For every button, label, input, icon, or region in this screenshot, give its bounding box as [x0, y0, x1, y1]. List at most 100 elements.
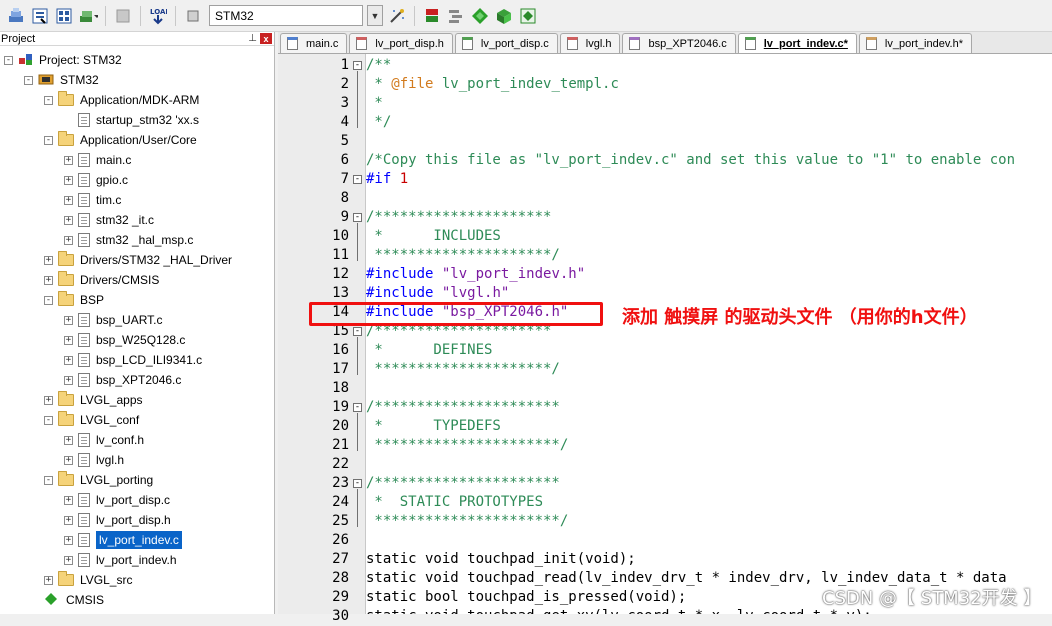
tree-file[interactable]: + bsp_XPT2046.c — [64, 370, 181, 390]
collapse-icon[interactable]: - — [44, 415, 53, 425]
batch-build-icon[interactable] — [78, 6, 98, 26]
tree-node[interactable]: CMSIS — [44, 590, 104, 610]
expand-icon[interactable]: + — [44, 275, 53, 285]
code-line: /********************** — [366, 474, 560, 493]
code-line: static void touchpad_init(void); — [366, 550, 636, 569]
expand-icon[interactable]: + — [64, 155, 73, 165]
tree-file[interactable]: + bsp_UART.c — [64, 310, 162, 330]
tab-lv-port-indev-h-[interactable]: lv_port_indev.h* — [858, 33, 972, 53]
fold-toggle-icon[interactable]: - — [353, 327, 362, 336]
line-number: 7 — [340, 171, 349, 187]
tree-file[interactable]: + lvgl.h — [64, 450, 124, 470]
expand-icon[interactable]: + — [64, 435, 73, 445]
stop-build-icon[interactable] — [113, 6, 133, 26]
tab-lv-port-disp-c[interactable]: lv_port_disp.c — [454, 33, 558, 53]
tree-file[interactable]: + lv_port_indev.c — [64, 530, 182, 550]
tree-group[interactable]: - BSP — [44, 290, 104, 310]
collapse-icon[interactable]: - — [24, 75, 33, 85]
fold-toggle-icon[interactable]: - — [353, 61, 362, 70]
code-line: /********************* — [366, 208, 551, 227]
tab-lv-port-disp-h[interactable]: lv_port_disp.h — [349, 33, 453, 53]
expand-icon[interactable]: + — [64, 215, 73, 225]
tab-bsp-xpt2046-c[interactable]: bsp_XPT2046.c — [622, 33, 736, 53]
tree-file[interactable]: + lv_port_disp.h — [64, 510, 171, 530]
tree-file[interactable]: + bsp_W25Q128.c — [64, 330, 185, 350]
tab-main-c[interactable]: main.c — [280, 33, 348, 53]
tab-lvgl-h[interactable]: lvgl.h — [559, 33, 621, 53]
expand-icon[interactable]: + — [44, 255, 53, 265]
select-packs-icon[interactable] — [470, 6, 490, 26]
tree-group[interactable]: - LVGL_porting — [44, 470, 153, 490]
pin-icon[interactable]: ⊥ — [248, 33, 257, 44]
tree-node[interactable]: - Project: STM32 — [4, 50, 122, 70]
build-icon[interactable] — [30, 6, 50, 26]
manage-project-icon[interactable] — [422, 6, 442, 26]
tab-lv-port-indev-c-[interactable]: lv_port_indev.c* — [737, 33, 857, 53]
code-line: * INCLUDES — [366, 227, 500, 246]
expand-icon[interactable]: + — [64, 515, 73, 525]
tree-group[interactable]: - Application/User/Core — [44, 130, 197, 150]
tree-group[interactable]: - Application/MDK-ARM — [44, 90, 199, 110]
fold-toggle-icon[interactable]: - — [353, 175, 362, 184]
code-token: **********************/ — [366, 437, 569, 453]
tree-file[interactable]: + main.c — [64, 150, 131, 170]
tree-file[interactable]: + gpio.c — [64, 170, 128, 190]
target-dropdown-button[interactable]: ▼ — [367, 5, 383, 26]
fold-bracket-line — [357, 223, 358, 261]
fold-toggle-icon[interactable]: - — [353, 479, 362, 488]
download-icon[interactable]: LOAD — [148, 6, 168, 26]
tree-file[interactable]: + lv_port_disp.c — [64, 490, 170, 510]
tree-file[interactable]: + lv_port_indev.h — [64, 550, 177, 570]
options-wand-icon[interactable] — [387, 6, 407, 26]
tree-file[interactable]: + stm32 _it.c — [64, 210, 154, 230]
tree-group[interactable]: + Drivers/CMSIS — [44, 270, 159, 290]
expand-icon[interactable]: + — [64, 175, 73, 185]
tree-file[interactable]: + stm32 _hal_msp.c — [64, 230, 193, 250]
expand-icon[interactable]: + — [64, 355, 73, 365]
code-line: * TYPEDEFS — [366, 417, 500, 436]
collapse-icon[interactable]: - — [4, 55, 13, 65]
tree-label: bsp_XPT2046.c — [96, 373, 182, 387]
expand-icon[interactable]: + — [64, 535, 73, 545]
expand-icon[interactable]: + — [64, 455, 73, 465]
expand-icon[interactable]: + — [44, 395, 53, 405]
line-number: 29 — [332, 589, 349, 605]
close-icon[interactable]: x — [260, 33, 272, 44]
target-app-icon — [183, 6, 203, 26]
file-extensions-icon[interactable] — [446, 6, 466, 26]
collapse-icon[interactable]: - — [44, 135, 53, 145]
tree-label: Application/User/Core — [80, 133, 197, 147]
tree-group[interactable]: - LVGL_conf — [44, 410, 139, 430]
tree-label: startup_stm32 'xx.s — [96, 113, 199, 127]
code-area[interactable]: 1-2 3 4 5 6 7-8 9-10 11 12 13 14 15-16 17 18 19-20 21 22… — [278, 54, 1052, 624]
translate-icon[interactable] — [6, 6, 26, 26]
tree-group[interactable]: + LVGL_src — [44, 570, 132, 590]
code-text[interactable]: /** * @file lv_port_indev_templ.c * */ /*… — [366, 54, 1052, 614]
collapse-icon[interactable]: - — [44, 95, 53, 105]
tree-group[interactable]: + Drivers/STM32 _HAL_Driver — [44, 250, 232, 270]
expand-icon[interactable]: + — [64, 315, 73, 325]
expand-icon[interactable]: + — [64, 375, 73, 385]
expand-icon[interactable]: + — [64, 555, 73, 565]
tree-file[interactable]: startup_stm32 'xx.s — [64, 110, 199, 130]
tree-file[interactable]: + lv_conf.h — [64, 430, 144, 450]
target-select[interactable]: STM32 — [209, 5, 363, 26]
expand-icon[interactable]: + — [64, 235, 73, 245]
tree-file[interactable]: + bsp_LCD_ILI9341.c — [64, 350, 202, 370]
tree-group[interactable]: + LVGL_apps — [44, 390, 143, 410]
expand-icon[interactable]: + — [44, 575, 53, 585]
expand-icon[interactable]: + — [64, 195, 73, 205]
pack-installer-icon[interactable] — [494, 6, 514, 26]
collapse-icon[interactable]: - — [44, 475, 53, 485]
tree-file[interactable]: + tim.c — [64, 190, 121, 210]
line-number: 30 — [332, 608, 349, 624]
fold-toggle-icon[interactable]: - — [353, 213, 362, 222]
expand-icon[interactable]: + — [64, 335, 73, 345]
collapse-icon[interactable]: - — [44, 295, 53, 305]
expand-icon[interactable]: + — [64, 495, 73, 505]
code-token: /*Copy this file as "lv_port_indev.c" an… — [366, 152, 1016, 168]
run-time-env-icon[interactable] — [518, 6, 538, 26]
tree-node[interactable]: - STM32 — [24, 70, 99, 90]
fold-toggle-icon[interactable]: - — [353, 403, 362, 412]
rebuild-icon[interactable] — [54, 6, 74, 26]
